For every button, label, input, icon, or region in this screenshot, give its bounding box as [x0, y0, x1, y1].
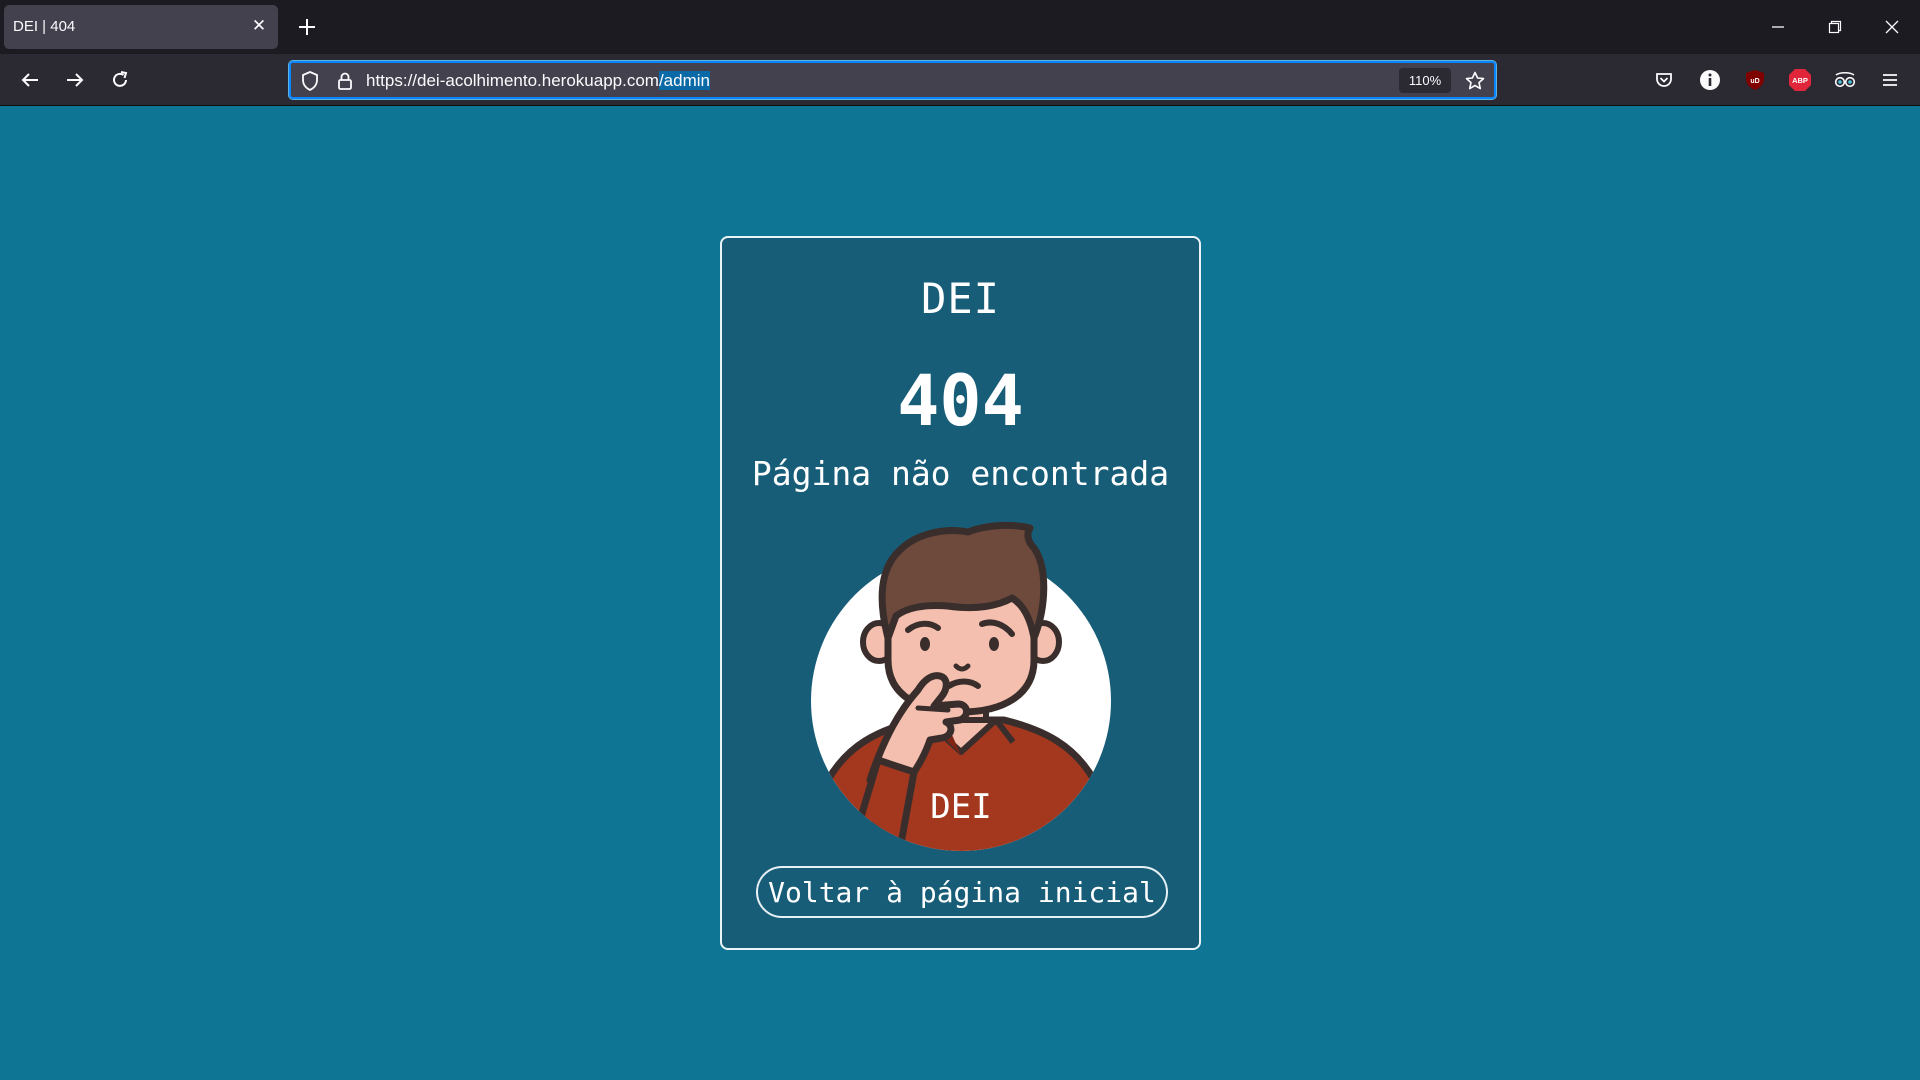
forward-button[interactable]	[57, 62, 93, 98]
plus-icon	[299, 19, 315, 35]
browser-navbar: https://dei-acolhimento.herokuapp.com/ad…	[0, 54, 1920, 106]
reload-button[interactable]	[102, 62, 138, 98]
brand-title: DEI	[921, 274, 1000, 323]
shirt-label: DEI	[930, 787, 991, 827]
tab-active[interactable]: DEI | 404 ✕	[4, 5, 278, 49]
lock-icon[interactable]	[333, 69, 357, 93]
error-message: Página não encontrada	[751, 454, 1170, 493]
adblock-plus-icon: ABP	[1789, 69, 1811, 91]
pocket-icon	[1656, 73, 1672, 87]
close-window-button[interactable]	[1875, 10, 1909, 44]
app-menu-button[interactable]	[1872, 62, 1908, 98]
minimize-button[interactable]	[1761, 10, 1795, 44]
minimize-icon	[1772, 26, 1784, 28]
glasses-icon	[1834, 71, 1856, 88]
url-bar[interactable]: https://dei-acolhimento.herokuapp.com/ad…	[288, 60, 1497, 100]
adblock-plus-button[interactable]: ABP	[1782, 62, 1818, 98]
url-text[interactable]: https://dei-acolhimento.herokuapp.com/ad…	[366, 71, 710, 91]
bookmark-star-icon[interactable]	[1463, 69, 1487, 93]
reload-icon	[113, 71, 128, 87]
info-extension-button[interactable]	[1692, 62, 1728, 98]
tab-title: DEI | 404	[13, 18, 76, 35]
tab-close-icon[interactable]: ✕	[248, 15, 270, 37]
new-tab-button[interactable]	[290, 10, 324, 44]
browser-titlebar: DEI | 404 ✕	[0, 0, 1920, 54]
url-base: https://dei-acolhimento.herokuapp.com	[366, 71, 659, 90]
pocket-button[interactable]	[1646, 62, 1682, 98]
ublock-button[interactable]: uD	[1737, 62, 1773, 98]
zoom-level-badge[interactable]: 110%	[1399, 68, 1451, 93]
back-to-home-button[interactable]: Voltar à página inicial	[756, 866, 1168, 918]
glasses-extension-button[interactable]	[1827, 62, 1863, 98]
back-button[interactable]	[12, 62, 48, 98]
close-icon	[1885, 20, 1899, 34]
arrow-left-icon	[21, 73, 38, 87]
error-code: 404	[897, 360, 1024, 442]
svg-text:ABP: ABP	[1792, 76, 1808, 85]
error-card: DEI 404 Página não encontrada DEI Voltar…	[720, 236, 1201, 950]
arrow-right-icon	[67, 73, 84, 87]
menu-icon	[1883, 74, 1897, 86]
page-body: DEI 404 Página não encontrada DEI Voltar…	[0, 106, 1920, 1080]
shield-icon[interactable]	[298, 69, 322, 93]
restore-button[interactable]	[1818, 10, 1852, 44]
ublock-icon: uD	[1746, 70, 1764, 90]
info-icon	[1700, 70, 1720, 90]
restore-icon	[1828, 20, 1842, 34]
svg-text:uD: uD	[1750, 78, 1759, 85]
thinking-person-illustration: DEI	[811, 521, 1111, 851]
url-path-selected: /admin	[658, 71, 710, 90]
